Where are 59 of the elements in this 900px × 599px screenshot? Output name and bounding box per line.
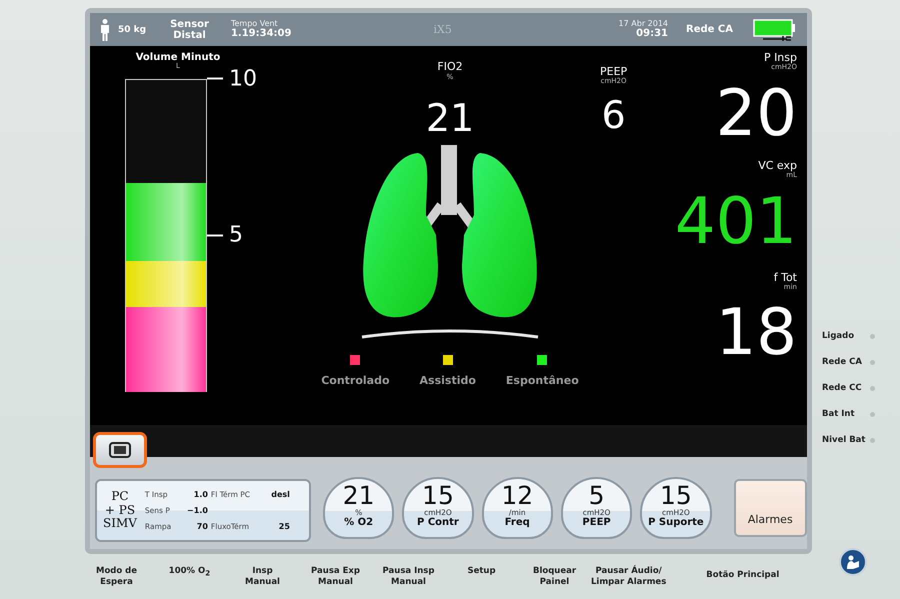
setting-value: −1.0 (186, 506, 208, 515)
vent-time: 1.19:34:09 (230, 28, 292, 40)
alarms-button[interactable]: Alarmes (734, 479, 807, 537)
hardware-key-label: Insp Manual (244, 566, 281, 588)
indicator-label: Ligado (822, 331, 856, 341)
setting-value: 25 (278, 522, 290, 531)
indicator-light (870, 360, 875, 364)
legend-label: Assistido (420, 374, 476, 387)
battery-icon (753, 18, 797, 40)
reading-person-icon (845, 554, 861, 570)
mode-name: + PS (104, 504, 136, 518)
mode-name: PC (111, 490, 129, 504)
measured-value: 18 (716, 301, 797, 366)
setting-value: 1.0 (192, 490, 208, 499)
setting-value: desl (270, 490, 290, 499)
vent-time-label: Tempo Vent (230, 20, 278, 28)
measured-value: 20 (716, 82, 797, 146)
patient-weight: 50 kg (118, 24, 146, 34)
date-text: 17 Abr 2014 (618, 20, 668, 28)
hardware-key-label: 100% O$_{2}$ (168, 566, 212, 579)
chart-title: Volume Minuto (136, 52, 220, 63)
parameter-label: f Tot (774, 272, 797, 284)
mode-name: SIMV (103, 517, 137, 532)
setting-value: 70 (196, 522, 208, 531)
indicator-label: Bat Int (822, 409, 856, 419)
time-text: 09:31 (636, 28, 668, 40)
screen-button[interactable] (93, 432, 147, 468)
scale-label: 10 (229, 66, 257, 92)
measured-value: 401 (674, 190, 797, 254)
indicator-light (870, 412, 875, 416)
model-name: iX5 (433, 23, 452, 36)
indicator-label: Nivel Bat (822, 435, 866, 445)
legend-label: Espontâneo (506, 374, 579, 387)
hardware-key-label: Botão Principal (706, 570, 780, 580)
hardware-key-label: Bloquear Painel (532, 566, 578, 588)
scale-label: 5 (229, 222, 243, 248)
indicator-light (870, 386, 875, 390)
hardware-key-label: Pausar Áudio/ Limpar Alarmes (591, 566, 666, 588)
indicator-light (870, 438, 875, 442)
legend-label: Controlado (321, 374, 390, 387)
parameter-label: FIO2 (437, 60, 463, 73)
hardware-key-label: Pausa Insp Manual (382, 566, 436, 588)
power-source: Rede CA (686, 24, 733, 35)
measured-value: 6 (601, 96, 626, 134)
hardware-key-label: Setup (466, 566, 497, 577)
parameter-label: VC exp (758, 160, 797, 172)
indicator-light (870, 334, 875, 338)
sensor-text: Sensor (170, 18, 209, 30)
hardware-key-label: Pausa Exp Manual (310, 566, 361, 588)
person-icon (100, 18, 110, 40)
sensor-text: Distal (173, 30, 206, 40)
indicator-label: Rede CA (822, 357, 863, 367)
measured-value: 21 (426, 99, 474, 137)
parameter-label: P Insp (764, 52, 797, 64)
indicator-label: Rede CC (822, 383, 863, 393)
help-button[interactable] (839, 548, 867, 576)
parameter-label: PEEP (600, 66, 628, 78)
hardware-key-label: Modo de Espera (94, 566, 138, 588)
monitor-icon (109, 442, 131, 458)
